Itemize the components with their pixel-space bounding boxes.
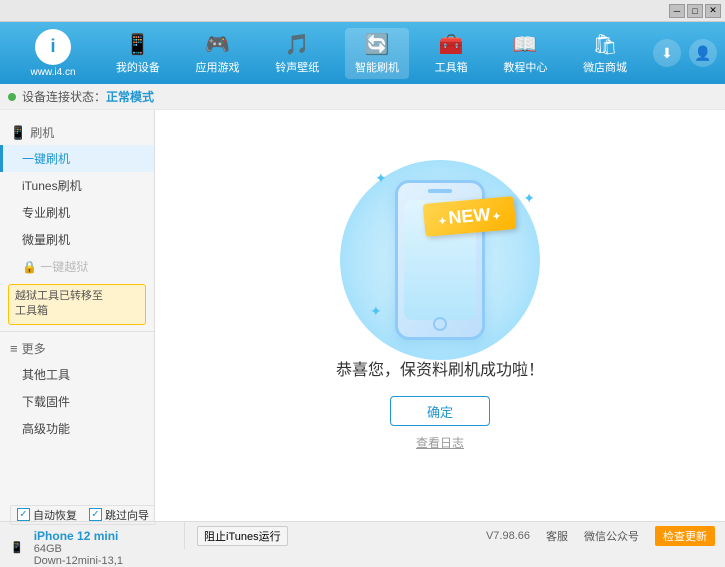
device-info-block: iPhone 12 mini 64GB Down-12mini-13,1 — [34, 529, 123, 567]
logo-icon: i — [35, 29, 71, 65]
status-left: ✓ 自动恢复 ✓ 跳过向导 📱 iPhone 12 mini 64GB Down… — [10, 522, 185, 549]
conn-status-bar: 设备连接状态： 正常模式 — [0, 84, 725, 110]
flash-section: 📱 刷机 一键刷机 iTunes刷机 专业刷机 微量刷机 🔒 一键越狱 越狱工具… — [0, 114, 154, 331]
skip-wizard-checkbox[interactable]: ✓ — [89, 508, 102, 521]
nav-tutorials[interactable]: 📖 教程中心 — [493, 28, 557, 79]
logo-subtext: www.i4.cn — [30, 67, 75, 78]
nav-my-device[interactable]: 📱 我的设备 — [106, 28, 170, 79]
sidebar-item-advanced[interactable]: 高级功能 — [0, 415, 154, 442]
itunes-row: 阻止iTunes运行 — [193, 526, 288, 546]
device-firmware: Down-12mini-13,1 — [34, 555, 123, 567]
my-device-icon: 📱 — [125, 32, 150, 57]
nav-right-buttons: ⬇ 👤 — [653, 39, 717, 67]
nav-ringtones[interactable]: 🎵 铃声壁纸 — [265, 28, 329, 79]
conn-label: 设备连接状态： — [22, 88, 106, 105]
phone-home-btn — [433, 317, 447, 331]
phone-illustration: NEW ✦ ✦ ✦ — [395, 180, 485, 340]
smart-flash-label: 智能刷机 — [355, 59, 399, 75]
nav-apps-games[interactable]: 🎮 应用游戏 — [186, 28, 250, 79]
nav-toolbox[interactable]: 🧰 工具箱 — [425, 28, 478, 79]
logo[interactable]: i www.i4.cn — [8, 29, 98, 78]
more-section-header: ≡ 更多 — [0, 336, 154, 361]
sidebar-notice: 越狱工具已转移至 工具箱 — [8, 284, 146, 325]
toolbox-icon: 🧰 — [439, 32, 464, 57]
status-right: V7.98.66 客服 微信公众号 检查更新 — [288, 526, 715, 546]
title-bar: ─ □ ✕ — [0, 0, 725, 22]
tutorials-icon: 📖 — [513, 32, 538, 57]
device-name: iPhone 12 mini — [34, 529, 123, 543]
maximize-btn[interactable]: □ — [687, 4, 703, 18]
customer-service-link[interactable]: 客服 — [546, 528, 568, 544]
sparkle-icon-1: ✦ — [375, 170, 387, 187]
user-btn[interactable]: 👤 — [689, 39, 717, 67]
back-log-link[interactable]: 查看日志 — [416, 434, 464, 451]
check-update-btn[interactable]: 检查更新 — [655, 526, 715, 546]
weidian-label: 微店商城 — [583, 59, 627, 75]
auto-flash-label: 自动恢复 — [33, 507, 77, 523]
sparkle-icon-2: ✦ — [370, 303, 382, 320]
flash-section-label: 刷机 — [30, 124, 54, 141]
apps-games-label: 应用游戏 — [196, 59, 240, 75]
sidebar-item-one-click-flash[interactable]: 一键刷机 — [0, 145, 154, 172]
download-btn[interactable]: ⬇ — [653, 39, 681, 67]
confirm-button[interactable]: 确定 — [390, 396, 490, 426]
flash-section-icon: 📱 — [10, 125, 26, 141]
sparkle-icon-3: ✦ — [523, 190, 535, 207]
minimize-btn[interactable]: ─ — [669, 4, 685, 18]
sidebar-item-itunes-flash[interactable]: iTunes刷机 — [0, 172, 154, 199]
phone-wrap: NEW ✦ ✦ ✦ — [395, 180, 485, 340]
more-section-icon: ≡ — [10, 341, 18, 356]
ringtones-icon: 🎵 — [285, 32, 310, 57]
smart-flash-icon: 🔄 — [365, 32, 390, 57]
top-nav: i www.i4.cn 📱 我的设备 🎮 应用游戏 🎵 铃声壁纸 🔄 智能刷机 … — [0, 22, 725, 84]
ringtones-label: 铃声壁纸 — [275, 59, 319, 75]
sidebar-item-micro-flash[interactable]: 微量刷机 — [0, 226, 154, 253]
checkbox-row: ✓ 自动恢复 ✓ 跳过向导 — [10, 505, 156, 525]
sidebar: 📱 刷机 一键刷机 iTunes刷机 专业刷机 微量刷机 🔒 一键越狱 越狱工具… — [0, 110, 155, 521]
toolbox-label: 工具箱 — [435, 59, 468, 75]
sidebar-item-other-tools[interactable]: 其他工具 — [0, 361, 154, 388]
sidebar-item-restore-disabled: 🔒 一键越狱 — [0, 253, 154, 280]
skip-wizard-checkbox-item[interactable]: ✓ 跳过向导 — [89, 507, 149, 523]
stop-itunes-btn[interactable]: 阻止iTunes运行 — [197, 526, 288, 546]
tutorials-label: 教程中心 — [503, 59, 547, 75]
auto-flash-checkbox[interactable]: ✓ — [17, 508, 30, 521]
nav-items: 📱 我的设备 🎮 应用游戏 🎵 铃声壁纸 🔄 智能刷机 🧰 工具箱 📖 教程中心… — [98, 28, 645, 79]
device-storage: 64GB — [34, 543, 123, 555]
nav-smart-flash[interactable]: 🔄 智能刷机 — [345, 28, 409, 79]
flash-section-header: 📱 刷机 — [0, 120, 154, 145]
auto-flash-checkbox-item[interactable]: ✓ 自动恢复 — [17, 507, 77, 523]
sidebar-item-download-fw[interactable]: 下载固件 — [0, 388, 154, 415]
wechat-link[interactable]: 微信公众号 — [584, 528, 639, 544]
nav-weidian[interactable]: 🛍 微店商城 — [573, 28, 637, 79]
version-label: V7.98.66 — [486, 530, 530, 542]
conn-dot — [8, 93, 16, 101]
device-icon: 📱 — [10, 541, 24, 554]
sidebar-item-pro-flash[interactable]: 专业刷机 — [0, 199, 154, 226]
close-btn[interactable]: ✕ — [705, 4, 721, 18]
more-section-label: 更多 — [22, 340, 46, 357]
conn-mode: 正常模式 — [106, 88, 154, 105]
weidian-icon: 🛍 — [592, 32, 617, 57]
more-section: ≡ 更多 其他工具 下载固件 高级功能 — [0, 331, 154, 444]
apps-games-icon: 🎮 — [205, 32, 230, 57]
phone-speaker — [428, 189, 452, 193]
status-bar: ✓ 自动恢复 ✓ 跳过向导 📱 iPhone 12 mini 64GB Down… — [0, 521, 725, 549]
my-device-label: 我的设备 — [116, 59, 160, 75]
main-layout: 📱 刷机 一键刷机 iTunes刷机 专业刷机 微量刷机 🔒 一键越狱 越狱工具… — [0, 110, 725, 521]
skip-wizard-label: 跳过向导 — [105, 507, 149, 523]
content-area: NEW ✦ ✦ ✦ 恭喜您，保资料刷机成功啦！ 确定 查看日志 — [155, 110, 725, 521]
